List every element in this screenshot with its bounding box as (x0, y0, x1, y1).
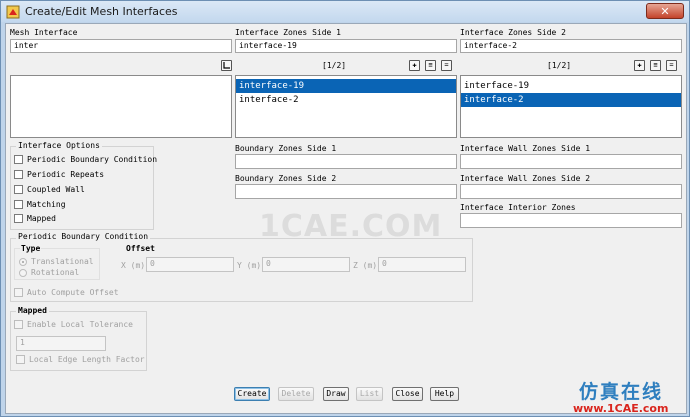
filter-button[interactable] (221, 60, 232, 71)
radio-label: Rotational (31, 268, 80, 277)
boundary-side1-field[interactable] (235, 154, 457, 169)
side2-zone-list[interactable]: interface-19 interface-2 (460, 75, 682, 138)
checkbox-box[interactable] (14, 288, 23, 297)
window-close-button[interactable]: ✕ (646, 3, 684, 19)
radio-label: Translational (31, 257, 94, 266)
side1-zone-list[interactable]: interface-19 interface-2 (235, 75, 457, 138)
matching-checkbox[interactable]: Matching (14, 200, 66, 209)
dialog-window: Create/Edit Mesh Interfaces ✕ Mesh Inter… (0, 0, 690, 417)
mesh-interface-list[interactable] (10, 75, 232, 138)
offset-title: Offset (126, 244, 155, 253)
delete-button[interactable]: Delete (278, 387, 314, 401)
rotational-radio[interactable]: Rotational (19, 268, 79, 277)
auto-compute-offset-checkbox[interactable]: Auto Compute Offset (14, 288, 119, 297)
equals-icon: = (669, 61, 674, 69)
select-all-icon: ✚ (412, 61, 417, 69)
z-offset-label: Z (m) (353, 261, 378, 270)
side2-filter-input[interactable]: interface-2 (460, 39, 682, 53)
type-title: Type (20, 244, 42, 253)
checkbox-label: Enable Local Tolerance (27, 320, 133, 329)
list-icon: ≡ (428, 61, 433, 69)
radio-indicator[interactable] (19, 257, 27, 266)
periodic-boundary-title: Periodic Boundary Condition (16, 232, 151, 241)
wall-side1-label: Interface Wall Zones Side 1 (460, 144, 591, 153)
mesh-interface-input[interactable]: inter (10, 39, 232, 53)
side1-filter-input[interactable]: interface-19 (235, 39, 457, 53)
wall-side2-field[interactable] (460, 184, 682, 199)
side2-clear-button[interactable]: = (666, 60, 677, 71)
dialog-client-area: Mesh Interface inter Interface Zones Sid… (5, 23, 687, 414)
checkbox-box[interactable] (14, 170, 23, 179)
checkbox-box[interactable] (14, 320, 23, 329)
mapped-checkbox[interactable]: Mapped (14, 214, 56, 223)
tolerance-input[interactable]: 1 (16, 336, 106, 351)
side2-deselect-button[interactable]: ≡ (650, 60, 661, 71)
checkbox-box[interactable] (14, 200, 23, 209)
window-title: Create/Edit Mesh Interfaces (25, 5, 178, 18)
radio-indicator[interactable] (19, 268, 27, 277)
boundary-side2-field[interactable] (235, 184, 457, 199)
x-offset-label: X (m) (121, 261, 146, 270)
checkbox-box[interactable] (16, 355, 25, 364)
side2-page-indicator: [1/2] (547, 61, 572, 70)
interior-zones-label: Interface Interior Zones (460, 203, 576, 212)
z-offset-input[interactable]: 0 (378, 257, 466, 272)
checkbox-label: Matching (27, 200, 66, 209)
close-icon: ✕ (660, 4, 670, 18)
side1-select-all-button[interactable]: ✚ (409, 60, 420, 71)
checkbox-label: Coupled Wall (27, 185, 85, 194)
draw-button[interactable]: Draw (323, 387, 349, 401)
side1-page-indicator: [1/2] (322, 61, 347, 70)
side1-item-interface-19[interactable]: interface-19 (236, 79, 456, 93)
translational-radio[interactable]: Translational (19, 257, 94, 266)
side2-item-interface-2[interactable]: interface-2 (461, 93, 681, 107)
checkbox-label: Mapped (27, 214, 56, 223)
side2-item-interface-19[interactable]: interface-19 (461, 79, 681, 93)
coupled-wall-checkbox[interactable]: Coupled Wall (14, 185, 85, 194)
y-offset-label: Y (m) (237, 261, 262, 270)
checkbox-label: Local Edge Length Factor (29, 355, 145, 364)
filter-icon (223, 62, 230, 69)
mapped-title: Mapped (16, 306, 49, 315)
local-edge-length-factor-checkbox[interactable]: Local Edge Length Factor (16, 355, 145, 364)
brand-url: www.1CAE.com (573, 402, 669, 415)
enable-local-tolerance-checkbox[interactable]: Enable Local Tolerance (14, 320, 133, 329)
title-bar[interactable]: Create/Edit Mesh Interfaces ✕ (1, 1, 689, 22)
select-all-icon: ✚ (637, 61, 642, 69)
boundary-side2-label: Boundary Zones Side 2 (235, 174, 337, 183)
checkbox-label: Periodic Repeats (27, 170, 105, 179)
watermark-text: 1CAE.COM (259, 209, 443, 244)
checkbox-box[interactable] (14, 214, 23, 223)
list-button[interactable]: List (356, 387, 383, 401)
periodic-repeats-checkbox[interactable]: Periodic Repeats (14, 170, 104, 179)
mesh-interface-label: Mesh Interface (10, 28, 78, 37)
side2-label: Interface Zones Side 2 (460, 28, 566, 37)
side1-deselect-button[interactable]: ≡ (425, 60, 436, 71)
checkbox-label: Periodic Boundary Condition (27, 155, 158, 164)
y-offset-input[interactable]: 0 (262, 257, 350, 272)
app-icon (6, 5, 20, 18)
create-button[interactable]: Create (234, 387, 270, 401)
x-offset-input[interactable]: 0 (146, 257, 234, 272)
interior-zones-field[interactable] (460, 213, 682, 228)
list-icon: ≡ (653, 61, 658, 69)
checkbox-label: Auto Compute Offset (27, 288, 119, 297)
interface-options-title: Interface Options (16, 141, 102, 150)
side1-label: Interface Zones Side 1 (235, 28, 341, 37)
wall-side2-label: Interface Wall Zones Side 2 (460, 174, 591, 183)
side1-item-interface-2[interactable]: interface-2 (236, 93, 456, 107)
side2-select-all-button[interactable]: ✚ (634, 60, 645, 71)
brand-logo-cn: 仿真在线 (579, 381, 664, 403)
wall-side1-field[interactable] (460, 154, 682, 169)
checkbox-box[interactable] (14, 185, 23, 194)
periodic-boundary-checkbox[interactable]: Periodic Boundary Condition (14, 155, 157, 164)
help-button[interactable]: Help (430, 387, 459, 401)
side1-clear-button[interactable]: = (441, 60, 452, 71)
close-button[interactable]: Close (392, 387, 423, 401)
checkbox-box[interactable] (14, 155, 23, 164)
equals-icon: = (444, 61, 449, 69)
boundary-side1-label: Boundary Zones Side 1 (235, 144, 337, 153)
